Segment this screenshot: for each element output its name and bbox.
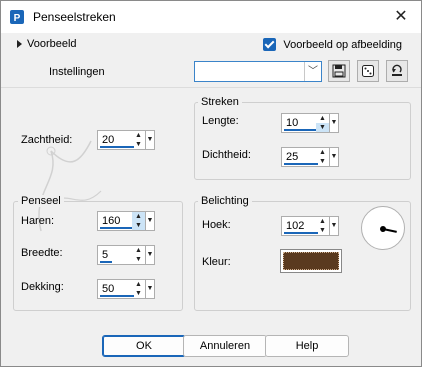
brush-group-title: Penseel [18,195,64,207]
length-label: Lengte: [202,115,239,127]
decrement-arrow-icon[interactable]: ▼ [132,255,145,264]
opacity-label: Dekking: [21,281,64,293]
slider-dropdown-icon[interactable]: ▼ [145,131,154,149]
preview-label: Voorbeeld [27,38,77,50]
decrement-arrow-icon[interactable]: ▼ [316,226,329,235]
checkbox-checked-icon [263,38,276,52]
slider-dropdown-icon[interactable]: ▼ [329,148,338,166]
softness-value: 20 [102,134,115,146]
slider-dropdown-icon[interactable]: ▼ [145,212,154,230]
slider-dropdown-icon[interactable]: ▼ [329,114,338,132]
preview-on-image-checkbox[interactable]: Voorbeeld op afbeelding [263,37,403,52]
svg-text:P: P [14,13,21,24]
increment-arrow-icon[interactable]: ▲ [132,246,145,255]
focus-underline [100,295,134,297]
preview-on-image-label: Voorbeeld op afbeelding [283,39,403,51]
ok-button[interactable]: OK [102,335,186,357]
title-bar: P Penseelstreken ✕ [1,1,421,33]
color-label: Kleur: [202,256,231,268]
slider-dropdown-icon[interactable]: ▼ [145,280,154,298]
density-spinner[interactable]: 25 ▲ ▼ ▼ [281,147,339,167]
decrement-arrow-icon[interactable]: ▼ [132,221,145,230]
increment-arrow-icon[interactable]: ▲ [316,114,329,123]
color-swatch[interactable] [280,249,342,273]
help-button[interactable]: Help [265,335,349,357]
increment-arrow-icon[interactable]: ▲ [132,131,145,140]
decrement-arrow-icon[interactable]: ▼ [132,289,145,298]
focus-underline [284,232,318,234]
increment-arrow-icon[interactable]: ▲ [132,280,145,289]
focus-underline [284,163,318,165]
length-spinner[interactable]: 10 ▲ ▼ ▼ [281,113,339,133]
randomize-button[interactable] [357,60,379,82]
save-preset-button[interactable] [328,60,350,82]
angle-dial[interactable] [361,206,405,250]
reset-button[interactable] [386,60,408,82]
expand-arrow-icon [17,40,22,49]
opacity-value: 50 [102,283,115,295]
density-value: 25 [286,151,299,163]
settings-label: Instellingen [49,66,105,78]
focus-underline [100,261,112,263]
focus-underline [100,146,134,148]
focus-underline [284,129,318,131]
hairs-value: 160 [102,215,121,227]
increment-arrow-icon[interactable]: ▲ [316,217,329,226]
color-swatch-fill [283,252,339,270]
dice-icon [362,65,374,77]
floppy-disk-icon [332,64,346,78]
chevron-down-icon[interactable]: ﹀ [304,62,321,81]
preset-dropdown[interactable]: ﹀ [194,61,322,82]
density-label: Dichtheid: [202,149,251,161]
width-value: 5 [102,249,109,261]
angle-spinner[interactable]: 102 ▲ ▼ ▼ [281,216,339,236]
hairs-spinner[interactable]: 160 ▲ ▼ ▼ [97,211,155,231]
increment-arrow-icon[interactable]: ▲ [316,148,329,157]
softness-label: Zachtheid: [21,134,73,146]
cancel-button[interactable]: Annuleren [183,335,267,357]
app-icon: P [10,10,24,24]
header-divider [1,87,421,88]
width-label: Breedte: [21,247,63,259]
hairs-label: Haren: [21,215,55,227]
slider-dropdown-icon[interactable]: ▼ [329,217,338,235]
dial-hand-icon [382,228,397,233]
angle-value: 102 [286,220,305,232]
decrement-arrow-icon[interactable]: ▼ [132,140,145,149]
close-icon[interactable]: ✕ [389,5,413,29]
increment-arrow-icon[interactable]: ▲ [132,212,145,221]
window-title: Penseelstreken [33,10,116,24]
length-value: 10 [286,117,299,129]
reset-icon [392,64,402,76]
decrement-arrow-icon[interactable]: ▼ [316,123,329,132]
strokes-group-title: Streken [198,96,242,108]
dialog-window: P Penseelstreken ✕ Voorbeeld Voorbeeld o… [0,0,422,367]
opacity-spinner[interactable]: 50 ▲ ▼ ▼ [97,279,155,299]
lighting-group-title: Belichting [198,195,252,207]
softness-spinner[interactable]: 20 ▲ ▼ ▼ [97,130,155,150]
preview-toggle[interactable]: Voorbeeld [17,38,77,50]
slider-dropdown-icon[interactable]: ▼ [145,246,154,264]
decrement-arrow-icon[interactable]: ▼ [316,157,329,166]
width-spinner[interactable]: 5 ▲ ▼ ▼ [97,245,155,265]
angle-label: Hoek: [202,219,231,231]
